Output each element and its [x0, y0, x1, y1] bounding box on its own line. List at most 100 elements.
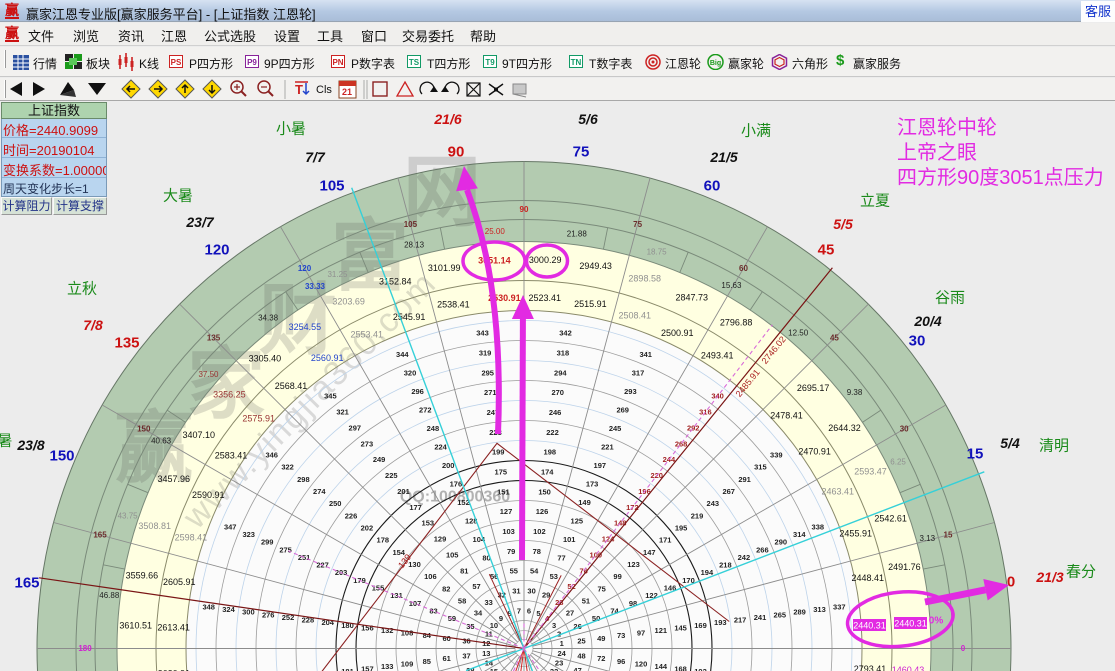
svg-text:347: 347	[224, 522, 237, 531]
svg-text:105: 105	[319, 178, 344, 195]
svg-text:250: 250	[329, 499, 342, 508]
svg-text:242: 242	[738, 553, 751, 562]
svg-text:165: 165	[93, 530, 107, 539]
svg-text:小暑: 小暑	[276, 121, 306, 138]
svg-text:218: 218	[719, 561, 732, 570]
svg-text:9: 9	[499, 614, 503, 623]
svg-text:30: 30	[900, 425, 909, 434]
svg-text:342: 342	[559, 329, 572, 338]
svg-text:48: 48	[577, 652, 585, 661]
svg-text:99: 99	[613, 572, 621, 581]
svg-text:77: 77	[557, 554, 565, 563]
svg-text:2605.91: 2605.91	[163, 577, 196, 587]
svg-text:198: 198	[544, 448, 557, 457]
svg-text:60: 60	[739, 264, 748, 273]
svg-text:78: 78	[533, 547, 541, 556]
svg-text:2598.41: 2598.41	[175, 533, 208, 543]
svg-text:83: 83	[429, 607, 437, 616]
svg-text:199: 199	[492, 448, 505, 457]
svg-text:84: 84	[423, 631, 432, 640]
svg-text:294: 294	[554, 368, 567, 377]
svg-text:201: 201	[397, 487, 410, 496]
svg-text:5/4: 5/4	[1000, 435, 1020, 451]
svg-text:82: 82	[442, 584, 450, 593]
svg-text:135: 135	[114, 335, 139, 352]
svg-text:202: 202	[361, 524, 374, 533]
svg-text:2440.31: 2440.31	[853, 621, 886, 631]
svg-text:上帝之眼: 上帝之眼	[897, 141, 977, 164]
svg-text:2847.73: 2847.73	[676, 293, 709, 303]
svg-text:立夏: 立夏	[860, 193, 890, 210]
svg-text:90: 90	[520, 205, 529, 214]
svg-text:1: 1	[560, 639, 564, 648]
svg-text:313: 313	[813, 605, 826, 614]
svg-text:2470.91: 2470.91	[798, 447, 831, 457]
svg-text:171: 171	[659, 536, 672, 545]
svg-text:40.63: 40.63	[151, 437, 172, 446]
svg-text:226: 226	[345, 511, 358, 520]
svg-text:103: 103	[502, 527, 515, 536]
svg-text:125: 125	[571, 517, 584, 526]
svg-text:197: 197	[594, 461, 607, 470]
svg-text:3101.99: 3101.99	[428, 263, 461, 273]
svg-text:102: 102	[533, 527, 546, 536]
svg-text:2695.17: 2695.17	[797, 383, 830, 393]
svg-text:168: 168	[674, 665, 687, 671]
svg-text:246: 246	[549, 408, 562, 417]
svg-text:127: 127	[500, 507, 513, 516]
svg-text:101: 101	[563, 535, 576, 544]
svg-text:3407.10: 3407.10	[183, 430, 216, 440]
svg-text:34: 34	[474, 609, 483, 618]
svg-text:222: 222	[546, 428, 559, 437]
svg-text:0: 0	[1007, 574, 1015, 591]
svg-text:174: 174	[541, 468, 554, 477]
svg-text:151: 151	[497, 487, 510, 496]
svg-text:立秋: 立秋	[67, 281, 97, 298]
svg-text:85: 85	[423, 657, 431, 666]
svg-text:314: 314	[793, 530, 806, 539]
svg-text:106: 106	[424, 572, 437, 581]
svg-text:123: 123	[627, 560, 640, 569]
svg-text:25: 25	[577, 636, 585, 645]
svg-text:23/7: 23/7	[185, 214, 214, 230]
svg-text:3051.14: 3051.14	[478, 256, 511, 266]
svg-text:321: 321	[336, 408, 349, 417]
svg-text:75: 75	[573, 144, 590, 161]
svg-text:6.25: 6.25	[890, 458, 906, 467]
svg-text:133: 133	[381, 662, 394, 671]
svg-text:3.13: 3.13	[920, 534, 936, 543]
svg-text:33.33: 33.33	[305, 282, 326, 291]
svg-text:344: 344	[396, 350, 409, 359]
svg-text:193: 193	[714, 618, 727, 627]
svg-text:109: 109	[401, 659, 414, 668]
svg-text:0%: 0%	[929, 616, 944, 627]
svg-text:15: 15	[967, 446, 984, 463]
svg-text:318: 318	[557, 349, 570, 358]
svg-text:15: 15	[944, 530, 953, 539]
svg-text:3457.96: 3457.96	[158, 474, 191, 484]
svg-text:120: 120	[635, 659, 648, 668]
svg-text:292: 292	[687, 423, 700, 432]
svg-text:90: 90	[448, 144, 465, 161]
svg-text:2796.88: 2796.88	[720, 317, 753, 327]
svg-text:120: 120	[298, 264, 312, 273]
svg-text:2560.91: 2560.91	[311, 353, 344, 363]
svg-text:3: 3	[552, 621, 556, 630]
svg-text:165: 165	[14, 575, 39, 592]
svg-text:小满: 小满	[741, 123, 771, 140]
svg-text:97: 97	[637, 629, 645, 638]
svg-text:四方形90度3051点压力: 四方形90度3051点压力	[897, 166, 1104, 189]
svg-text:173: 173	[586, 480, 599, 489]
svg-text:274: 274	[313, 487, 326, 496]
svg-text:268: 268	[675, 439, 688, 448]
svg-text:2455.91: 2455.91	[839, 529, 872, 539]
svg-text:2493.41: 2493.41	[701, 351, 734, 361]
svg-text:2568.41: 2568.41	[275, 381, 308, 391]
svg-text:289: 289	[793, 608, 806, 617]
svg-text:249: 249	[373, 455, 386, 464]
svg-text:47: 47	[573, 666, 581, 671]
svg-text:322: 322	[281, 463, 294, 472]
svg-text:30: 30	[909, 333, 926, 350]
svg-text:2478.41: 2478.41	[770, 411, 803, 421]
svg-text:2538.41: 2538.41	[437, 300, 470, 310]
